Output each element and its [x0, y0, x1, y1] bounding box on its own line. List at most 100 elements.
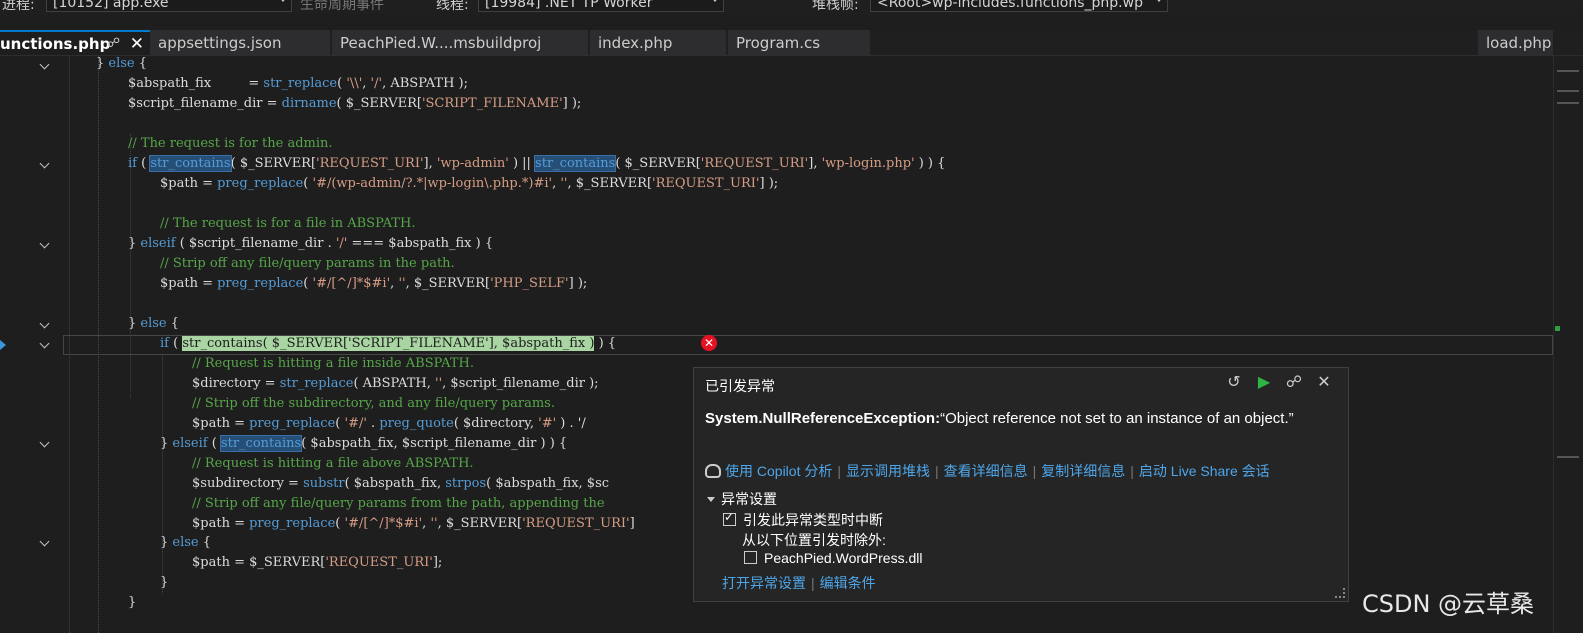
- stack-frame-label: 堆栈帧:: [812, 0, 859, 13]
- exception-actions: 使用 Copilot 分析 | 显示调用堆栈 | 查看详细信息 | 复制详细信息 | 启动 Li…: [705, 461, 1270, 481]
- code-comment: // Strip off the subdirectory, and any f…: [192, 396, 555, 411]
- exception-error-icon[interactable]: ✕: [701, 335, 717, 351]
- copilot-analyze-link[interactable]: 使用 Copilot 分析: [725, 463, 832, 479]
- code-line: $path = preg_replace( '#/[^/]*$#i', '', …: [160, 276, 588, 291]
- history-icon[interactable]: ↺: [1224, 374, 1244, 392]
- code-line: } elseif ( str_contains( $abspath_fix, $…: [160, 435, 568, 452]
- lifecycle-events-label[interactable]: 生命周期事件: [300, 0, 384, 14]
- copilot-icon: [705, 464, 721, 478]
- code-line: $script_filename_dir = dirname( $_SERVER…: [128, 96, 582, 111]
- code-line: $path = preg_replace( '#/(wp-admin/?.*|w…: [160, 176, 779, 191]
- tab-label: index.php: [598, 34, 673, 52]
- tab-label: PeachPied.W....msbuildproj: [340, 34, 542, 52]
- code-line: $path = preg_replace( '#/[^/]*$#i', '', …: [192, 516, 635, 531]
- chevron-down-icon: [279, 0, 287, 2]
- resize-grip-icon[interactable]: [1335, 588, 1345, 598]
- next-statement-highlight: str_contains( $_SERVER['SCRIPT_FILENAME'…: [182, 336, 595, 351]
- tab-peachpied-msbuildproj[interactable]: PeachPied.W....msbuildproj: [332, 30, 588, 55]
- popup-toolbar: ↺ ▶ ☍ ✕: [1224, 374, 1334, 392]
- scroll-marker: [1557, 90, 1579, 92]
- checkbox-label: PeachPied.WordPress.dll: [764, 550, 923, 566]
- code-line: }: [128, 595, 137, 610]
- tab-label: unctions.php: [0, 35, 111, 53]
- stack-frame-dropdown[interactable]: <Root>wp-includes.functions_php.wp: [870, 0, 1168, 12]
- tab-index-php[interactable]: index.php: [590, 30, 726, 55]
- code-comment: // The request is for the admin.: [128, 136, 333, 151]
- code-line: $subdirectory = substr( $abspath_fix, st…: [192, 476, 610, 491]
- document-tab-bar: unctions.php ☍ ✕ appsettings.json PeachP…: [0, 30, 1583, 57]
- copy-details-link[interactable]: 复制详细信息: [1041, 463, 1125, 479]
- thread-label: 线程:: [436, 0, 469, 13]
- fold-toggle-icon[interactable]: [40, 340, 50, 350]
- code-line: if ( str_contains( $_SERVER['REQUEST_URI…: [128, 155, 946, 172]
- close-icon[interactable]: ✕: [1314, 374, 1334, 392]
- tab-label: Program.cs: [736, 34, 821, 52]
- fold-toggle-icon[interactable]: [40, 160, 50, 170]
- scroll-marker: [1557, 456, 1579, 458]
- code-line: } else {: [96, 56, 148, 71]
- process-dropdown[interactable]: [10152] app.exe: [46, 0, 292, 12]
- chevron-down-icon: [1155, 0, 1163, 2]
- code-comment: // Request is hitting a file inside ABSP…: [192, 356, 474, 371]
- collapse-triangle-icon: [707, 497, 715, 502]
- popup-title: 已引发异常: [705, 378, 775, 394]
- close-icon[interactable]: ✕: [130, 34, 144, 54]
- exception-message: “Object reference not set to an instance…: [940, 410, 1294, 427]
- pin-icon[interactable]: ☍: [1284, 374, 1304, 392]
- code-line-current: if ( str_contains( $_SERVER['SCRIPT_FILE…: [160, 336, 617, 351]
- vertical-scrollbar[interactable]: [1553, 56, 1583, 633]
- exception-description: System.NullReferenceException:“Object re…: [705, 409, 1305, 428]
- exception-settings-header[interactable]: 异常设置: [707, 489, 777, 509]
- thread-dropdown[interactable]: [19984] .NET TP Worker: [478, 0, 724, 12]
- fold-toggle-icon[interactable]: [40, 320, 50, 330]
- fold-toggle-icon[interactable]: [40, 240, 50, 250]
- except-when-label: 从以下位置引发时除外:: [742, 532, 886, 548]
- change-marker: [1555, 326, 1560, 331]
- tab-load-php[interactable]: load.php: [1478, 30, 1553, 55]
- scroll-marker: [1557, 70, 1579, 72]
- code-comment: // The request is for a file in ABSPATH.: [160, 216, 416, 231]
- process-value: [10152] app.exe: [53, 0, 169, 11]
- scroll-marker: [1557, 102, 1579, 104]
- code-line: $abspath_fix = str_replace( '\\', '/', A…: [128, 76, 469, 91]
- thread-value: [19984] .NET TP Worker: [485, 0, 653, 11]
- fold-toggle-icon[interactable]: [40, 439, 50, 449]
- watermark: CSDN @云草桑: [1362, 590, 1535, 618]
- code-comment: // Request is hitting a file above ABSPA…: [192, 456, 474, 471]
- tab-program-cs[interactable]: Program.cs: [728, 30, 870, 55]
- tab-appsettings-json[interactable]: appsettings.json: [150, 30, 330, 55]
- continue-play-icon[interactable]: ▶: [1254, 374, 1274, 392]
- stack-frame-value: <Root>wp-includes.functions_php.wp: [877, 0, 1143, 11]
- code-line: } else {: [128, 316, 180, 331]
- checkbox-label: 引发此异常类型时中断: [743, 512, 883, 528]
- code-comment: // Strip off any file/query params in th…: [160, 256, 455, 271]
- fold-toggle-icon[interactable]: [40, 538, 50, 548]
- module-checkbox[interactable]: PeachPied.WordPress.dll: [744, 550, 922, 566]
- code-line: $path = preg_replace( '#/' . preg_quote(…: [192, 416, 586, 431]
- pin-icon[interactable]: ☍: [107, 36, 120, 51]
- checkbox-unchecked[interactable]: [744, 551, 757, 564]
- break-when-thrown-checkbox[interactable]: 引发此异常类型时中断: [723, 510, 883, 530]
- tab-label: appsettings.json: [158, 34, 282, 52]
- indent-guide: [162, 354, 163, 594]
- show-call-stack-link[interactable]: 显示调用堆栈: [846, 463, 930, 479]
- process-label: 进程:: [2, 0, 35, 13]
- tab-functions-php[interactable]: unctions.php ☍ ✕: [0, 30, 150, 55]
- code-line: } else {: [160, 535, 212, 550]
- code-comment: // Strip off any file/query params from …: [192, 496, 605, 511]
- view-details-link[interactable]: 查看详细信息: [944, 463, 1028, 479]
- chevron-down-icon: [711, 0, 719, 2]
- checkbox-checked[interactable]: [723, 510, 736, 526]
- code-line: }: [160, 575, 169, 590]
- code-line: $path = $_SERVER['REQUEST_URI'];: [192, 555, 443, 570]
- exception-helper-popup: 已引发异常 ↺ ▶ ☍ ✕ System.NullReferenceExcept…: [693, 367, 1349, 602]
- exception-type: System.NullReferenceException:: [705, 410, 941, 427]
- exception-settings-links: 打开异常设置 | 编辑条件: [722, 575, 876, 591]
- code-line: $directory = str_replace( ABSPATH, '', $…: [192, 376, 599, 391]
- live-share-link[interactable]: 启动 Live Share 会话: [1139, 463, 1270, 479]
- code-line: } elseif ( $script_filename_dir . '/' ==…: [128, 236, 494, 251]
- fold-toggle-icon[interactable]: [40, 61, 50, 71]
- edit-conditions-link[interactable]: 编辑条件: [820, 575, 876, 591]
- current-statement-icon: [0, 340, 6, 350]
- open-exception-settings-link[interactable]: 打开异常设置: [722, 575, 806, 591]
